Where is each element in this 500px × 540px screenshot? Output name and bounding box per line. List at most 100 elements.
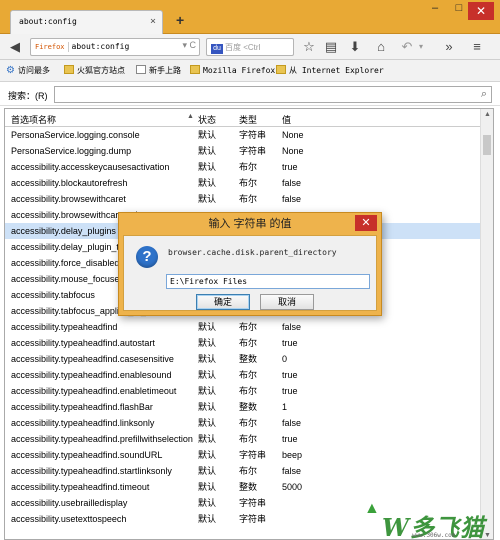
bookmarks-bar: ⚙ 访问最多 火狐官方站点 新手上路 Mozilla Firefox 从 Inte… <box>0 60 500 82</box>
scroll-up-icon[interactable]: ▲ <box>481 111 493 118</box>
pref-status-cell: 默认 <box>198 434 217 444</box>
ok-button[interactable]: 确定 <box>196 294 250 310</box>
pref-type-cell: 布尔 <box>239 194 258 204</box>
url-dropdown-reload-icon[interactable]: ▾ C <box>182 40 196 51</box>
pref-status-cell: 默认 <box>198 482 217 492</box>
pref-name-cell: accessibility.browsewithcaret <box>11 194 126 204</box>
table-row[interactable]: PersonaService.logging.dump 默认 字符串 None <box>5 143 481 159</box>
download-icon[interactable]: ⬇ <box>346 38 364 56</box>
table-row[interactable]: accessibility.browsewithcaret 默认 布尔 false <box>5 191 481 207</box>
table-row[interactable]: accessibility.typeaheadfind.linksonly 默认 布… <box>5 415 481 431</box>
table-row[interactable]: accessibility.typeaheadfind.enabletimeou… <box>5 383 481 399</box>
bookmark-star-icon[interactable]: ☆ <box>300 38 318 56</box>
bookmark-firefox-official[interactable]: 火狐官方站点 <box>64 65 125 76</box>
sort-ascending-icon: ▲ <box>187 113 194 120</box>
column-header-status[interactable]: 状态 <box>198 113 216 126</box>
table-row[interactable]: accessibility.blockautorefresh 默认 布尔 false <box>5 175 481 191</box>
pref-value-cell: false <box>282 418 302 428</box>
pref-value-cell: None <box>282 130 304 140</box>
pref-status-cell: 默认 <box>198 338 217 348</box>
bookmark-getting-started[interactable]: 新手上路 <box>136 65 181 76</box>
cancel-button[interactable]: 取消 <box>260 294 314 310</box>
preferences-table: 首选项名称 ▲ 状态 类型 值 PersonaService.logging.c… <box>4 108 494 540</box>
window-close-button[interactable]: ✕ <box>468 2 494 20</box>
back-icon[interactable]: ◀ <box>6 38 24 56</box>
vertical-scrollbar[interactable]: ▲ ▼ <box>480 109 493 539</box>
new-tab-button[interactable]: + <box>176 12 184 28</box>
column-header-value[interactable]: 值 <box>282 113 291 126</box>
pref-name-cell: accessibility.accesskeycausesactivation <box>11 162 170 172</box>
pref-status-cell: 默认 <box>198 402 217 412</box>
scrollbar-thumb[interactable] <box>483 135 491 155</box>
menu-icon[interactable]: ≡ <box>468 38 486 56</box>
home-icon[interactable]: ⌂ <box>372 38 390 56</box>
dialog-body: ? browser.cache.disk.parent_directory E:… <box>123 235 377 311</box>
dialog-close-button[interactable]: ✕ <box>355 215 377 231</box>
tab-about-config[interactable]: about:config × <box>10 10 163 34</box>
minimize-button[interactable]: – <box>426 2 444 14</box>
table-row[interactable]: accessibility.typeaheadfind.flashBar 默认 整数… <box>5 399 481 415</box>
bookmark-from-ie[interactable]: 从 Internet Explorer <box>276 65 384 76</box>
search-placeholder: 百度 <Ctrl <box>225 43 261 52</box>
title-bar: about:config × + – □ ✕ <box>0 0 500 34</box>
table-header: 首选项名称 ▲ 状态 类型 值 <box>5 109 481 127</box>
url-bar[interactable]: Firefox about:config ▾ C <box>30 38 200 56</box>
reading-list-icon[interactable]: ▤ <box>322 38 340 56</box>
pref-status-cell: 默认 <box>198 178 217 188</box>
column-header-name[interactable]: 首选项名称 <box>11 113 56 126</box>
tab-close-icon[interactable]: × <box>150 16 156 27</box>
pref-value-cell: true <box>282 370 298 380</box>
pref-value-cell: beep <box>282 450 303 460</box>
maximize-button[interactable]: □ <box>450 2 468 14</box>
bookmark-most-visited[interactable]: ⚙ 访问最多 <box>6 65 50 76</box>
watermark-url: www.306w.com <box>412 532 456 539</box>
pref-value-cell: true <box>282 434 298 444</box>
pref-value-cell: None <box>282 146 304 156</box>
pref-name-cell: accessibility.usetexttospeech <box>11 514 127 524</box>
table-row[interactable]: accessibility.typeaheadfind 默认 布尔 false <box>5 319 481 335</box>
dialog-title: 输入 字符串 的值 <box>208 218 292 230</box>
tab-title: about:config <box>19 17 77 26</box>
pref-name-cell: PersonaService.logging.console <box>11 130 140 140</box>
folder-icon <box>190 65 200 74</box>
preference-name-label: browser.cache.disk.parent_directory <box>168 248 337 257</box>
pref-status-cell: 默认 <box>198 450 217 460</box>
pref-status-cell: 默认 <box>198 162 217 172</box>
identity-label[interactable]: Firefox <box>35 43 65 51</box>
pref-value-cell: 5000 <box>282 482 303 492</box>
undo-dropdown-icon[interactable]: ▾ <box>412 38 430 56</box>
pref-name-cell: accessibility.typeaheadfind.linksonly <box>11 418 155 428</box>
table-row[interactable]: accessibility.typeaheadfind.timeout 默认 整数 5… <box>5 479 481 495</box>
pref-status-cell: 默认 <box>198 498 217 508</box>
baidu-engine-icon[interactable]: du <box>211 44 223 54</box>
search-box[interactable]: du 百度 <Ctrl <box>206 38 294 56</box>
filter-input[interactable]: ⌕ <box>54 86 492 103</box>
pref-name-cell: accessibility.typeaheadfind.autostart <box>11 338 155 348</box>
search-icon[interactable]: ⌕ <box>481 88 487 101</box>
table-rows: PersonaService.logging.console 默认 字符串 None P… <box>5 127 481 527</box>
gear-icon: ⚙ <box>6 65 15 76</box>
table-row[interactable]: accessibility.typeaheadfind.casesensitiv… <box>5 351 481 367</box>
bookmark-mozilla-firefox[interactable]: Mozilla Firefox <box>190 65 275 75</box>
table-row[interactable]: accessibility.accesskeycausesactivation 默… <box>5 159 481 175</box>
pref-name-cell: accessibility.typeaheadfind <box>11 322 118 332</box>
table-row[interactable]: accessibility.typeaheadfind.startlinkson… <box>5 463 481 479</box>
pref-name-cell: accessibility.typeaheadfind.enablesound <box>11 370 172 380</box>
table-row[interactable]: accessibility.typeaheadfind.enablesound 默… <box>5 367 481 383</box>
table-row[interactable]: accessibility.typeaheadfind.prefillwiths… <box>5 431 481 447</box>
column-header-type[interactable]: 类型 <box>239 113 257 126</box>
pref-value-cell: true <box>282 162 298 172</box>
value-input[interactable]: E:\Firefox Files <box>166 274 370 289</box>
url-text[interactable]: about:config <box>72 42 130 51</box>
table-row[interactable]: accessibility.typeaheadfind.soundURL 默认 字符… <box>5 447 481 463</box>
watermark-arrow-icon: ▲ <box>364 500 380 517</box>
pref-status-cell: 默认 <box>198 370 217 380</box>
table-row[interactable]: PersonaService.logging.console 默认 字符串 None <box>5 127 481 143</box>
pref-status-cell: 默认 <box>198 514 217 524</box>
watermark: ▲ W多飞猫 www.306w.com <box>330 500 500 540</box>
pref-type-cell: 字符串 <box>239 130 267 140</box>
pref-name-cell: PersonaService.logging.dump <box>11 146 132 156</box>
table-row[interactable]: accessibility.typeaheadfind.autostart 默认 布… <box>5 335 481 351</box>
overflow-icon[interactable]: » <box>440 38 458 56</box>
pref-value-cell: false <box>282 194 302 204</box>
